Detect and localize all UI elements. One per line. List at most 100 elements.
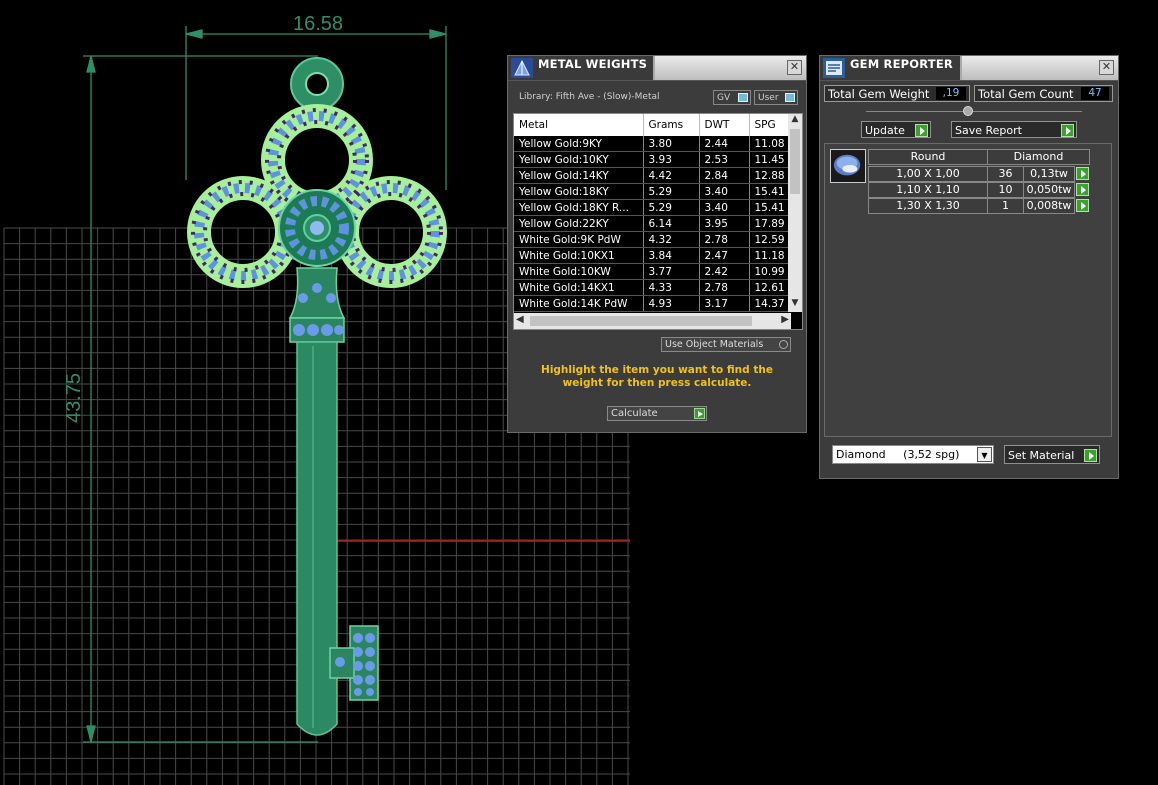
metal-name-cell: White Gold:14KX1 xyxy=(514,279,644,296)
metal-table-row[interactable]: White Gold:10KW 3.77 2.42 10.99 xyxy=(514,263,791,280)
material-select[interactable]: Diamond (3,52 spg) ▼ xyxy=(832,445,994,464)
spg-cell: 17.89 xyxy=(749,215,791,232)
spg-cell: 11.18 xyxy=(749,247,791,264)
metal-table-hscrollbar[interactable]: ◀ ▶ xyxy=(514,313,791,329)
set-material-button[interactable]: Set Material xyxy=(1004,445,1100,464)
grams-cell: 3.93 xyxy=(643,151,700,168)
scroll-up-arrow[interactable]: ▲ xyxy=(788,114,802,128)
total-gem-weight-box: Total Gem Weight ,19 xyxy=(824,85,970,102)
spg-cell: 15.41 xyxy=(749,183,791,200)
dwt-cell: 2.42 xyxy=(699,263,750,280)
metal-table-row[interactable]: White Gold:10KX1 3.84 2.47 11.18 xyxy=(514,247,791,264)
gem-reporter-title: GEM REPORTER xyxy=(850,57,953,71)
library-label: Library: Fifth Ave - (Slow)-Metal xyxy=(519,92,660,102)
set-material-label: Set Material xyxy=(1008,449,1075,462)
gem-row-arrow-icon[interactable] xyxy=(1076,199,1089,212)
spg-cell: 12.88 xyxy=(749,167,791,184)
dwt-cell: 2.47 xyxy=(699,247,750,264)
save-report-button[interactable]: Save Report xyxy=(951,121,1077,138)
gem-size-cell: 1,30 X 1,30 xyxy=(868,198,988,214)
hscroll-thumb[interactable] xyxy=(530,316,752,326)
metal-name-cell: Yellow Gold:9KY xyxy=(514,136,644,152)
grams-cell: 4.93 xyxy=(643,295,700,312)
gem-reporter-icon xyxy=(823,58,845,78)
metal-table-container[interactable]: Metal Grams DWT SPG Yellow Gold:9KY 3.80 2… xyxy=(513,113,803,330)
gem-weight-cell: 0,008tw xyxy=(1023,198,1075,214)
metal-table-row[interactable]: White Gold:9K PdW 4.32 2.78 12.59 xyxy=(514,231,791,248)
grams-cell: 4.32 xyxy=(643,231,700,248)
gem-reporter-titlebar[interactable]: GEM REPORTER ✕ xyxy=(820,56,1118,81)
dimension-width-label: 16.58 xyxy=(293,13,343,35)
metal-weights-close-button[interactable]: ✕ xyxy=(787,60,802,75)
metal-table-row[interactable]: Yellow Gold:18KY 5.29 3.40 15.41 xyxy=(514,183,791,200)
metal-weights-title-tab: METAL WEIGHTS xyxy=(508,56,655,80)
spg-cell: 15.41 xyxy=(749,199,791,216)
metal-table-row[interactable]: Yellow Gold:18KY R... 5.29 3.40 15.41 xyxy=(514,199,791,216)
gem-row-arrow-icon[interactable] xyxy=(1076,167,1089,180)
scroll-down-arrow[interactable]: ▼ xyxy=(788,298,802,312)
gem-reporter-close-button[interactable]: ✕ xyxy=(1099,60,1114,75)
metal-name-cell: White Gold:10KW xyxy=(514,263,644,280)
metal-weights-icon xyxy=(511,58,533,78)
gem-shape-thumbnail[interactable] xyxy=(830,149,866,183)
panel-slider[interactable] xyxy=(866,111,1082,112)
col-header-metal[interactable]: Metal xyxy=(514,114,644,136)
gem-reporter-title-tab: GEM REPORTER xyxy=(820,56,962,80)
col-header-dwt[interactable]: DWT xyxy=(699,114,750,136)
panel-slider-handle[interactable] xyxy=(963,106,973,116)
metal-name-cell: White Gold:9K PdW xyxy=(514,231,644,248)
use-object-materials-radio[interactable] xyxy=(779,340,788,349)
save-report-arrow-icon xyxy=(1061,124,1074,137)
round-diamond-icon xyxy=(833,154,861,176)
dwt-cell: 3.40 xyxy=(699,183,750,200)
metal-name-cell: Yellow Gold:22KY xyxy=(514,215,644,232)
dwt-cell: 2.78 xyxy=(699,231,750,248)
metal-name-cell: Yellow Gold:18KY R... xyxy=(514,199,644,216)
metal-table-row[interactable]: Yellow Gold:9KY 3.80 2.44 11.08 xyxy=(514,136,791,152)
gem-row-arrow-icon[interactable] xyxy=(1076,183,1089,196)
user-checkbox[interactable] xyxy=(785,93,795,102)
metal-table-row[interactable]: Yellow Gold:14KY 4.42 2.84 12.88 xyxy=(514,167,791,184)
calculate-button[interactable]: Calculate xyxy=(607,406,707,421)
use-object-materials-label: Use Object Materials xyxy=(665,339,764,350)
chevron-down-icon[interactable]: ▼ xyxy=(977,447,992,462)
gv-checkbox[interactable] xyxy=(738,93,748,102)
scroll-left-arrow[interactable]: ◀ xyxy=(516,314,524,325)
use-object-materials-toggle[interactable]: Use Object Materials xyxy=(661,337,791,352)
metal-name-cell: White Gold:10KX1 xyxy=(514,247,644,264)
user-toggle[interactable]: User xyxy=(754,90,798,105)
update-label: Update xyxy=(865,124,905,137)
metal-name-cell: Yellow Gold:18KY xyxy=(514,183,644,200)
gem-reporter-panel: GEM REPORTER ✕ Total Gem Weight ,19 Tota… xyxy=(819,55,1119,479)
spg-cell: 12.59 xyxy=(749,231,791,248)
dwt-cell: 2.44 xyxy=(699,136,750,152)
metal-table-row[interactable]: White Gold:14KX1 4.33 2.78 12.61 xyxy=(514,279,791,296)
metal-table-vscrollbar[interactable]: ▲ ▼ xyxy=(788,114,802,312)
scroll-thumb[interactable] xyxy=(790,129,800,194)
metal-table-row[interactable]: Yellow Gold:22KY 6.14 3.95 17.89 xyxy=(514,215,791,232)
metal-table-row[interactable]: White Gold:14K PdW 4.93 3.17 14.37 xyxy=(514,295,791,312)
total-gem-count-value: 47 xyxy=(1081,87,1109,100)
spg-cell: 14.37 xyxy=(749,295,791,312)
dimension-height-label: 43.75 xyxy=(63,373,85,423)
spg-cell: 11.08 xyxy=(749,136,791,152)
grams-cell: 6.14 xyxy=(643,215,700,232)
gv-toggle[interactable]: GV xyxy=(713,90,751,105)
col-header-grams[interactable]: Grams xyxy=(643,114,700,136)
update-button[interactable]: Update xyxy=(861,121,931,138)
total-gem-count-label: Total Gem Count xyxy=(978,87,1074,101)
update-arrow-icon xyxy=(915,124,928,137)
scroll-right-arrow[interactable]: ▶ xyxy=(781,314,789,325)
gem-report-area[interactable]: Round Diamond 1,00 X 1,00 36 0,13tw 1,10 X … xyxy=(824,143,1112,437)
gem-material-header: Diamond xyxy=(987,149,1090,165)
gem-count-cell: 10 xyxy=(987,182,1024,198)
col-header-spg[interactable]: SPG xyxy=(749,114,791,136)
metal-weights-titlebar[interactable]: METAL WEIGHTS ✕ xyxy=(508,56,806,81)
metal-table-row[interactable]: Yellow Gold:10KY 3.93 2.53 11.45 xyxy=(514,151,791,168)
grams-cell: 3.77 xyxy=(643,263,700,280)
spg-cell: 10.99 xyxy=(749,263,791,280)
gem-weight-cell: 0,13tw xyxy=(1023,166,1075,182)
material-select-value: Diamond (3,52 spg) xyxy=(836,448,960,461)
metal-weights-panel: METAL WEIGHTS ✕ Library: Fifth Ave - (Sl… xyxy=(507,55,807,433)
spg-cell: 12.61 xyxy=(749,279,791,296)
